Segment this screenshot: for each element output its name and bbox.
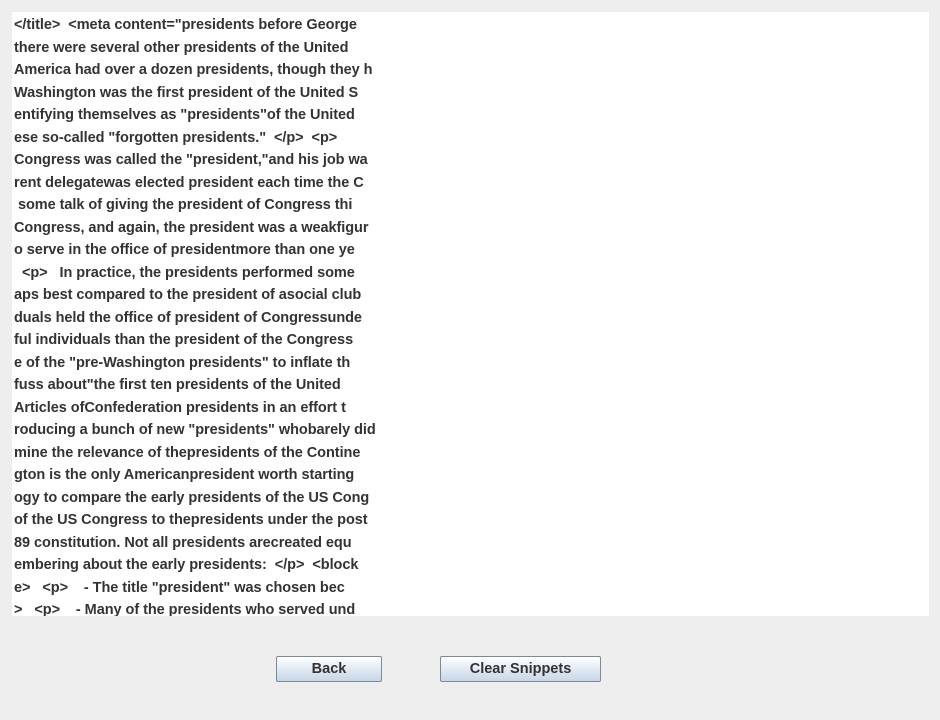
snippet-line: of the US Congress to thepresidents unde…	[14, 512, 368, 528]
snippet-line: > <p> - Many of the presidents who serve…	[14, 602, 356, 616]
snippet-line: ese so-called "forgotten presidents." </…	[14, 129, 338, 146]
snippet-line: Congress was called the "president,"and …	[14, 152, 368, 168]
snippet-line: Washington was the first president of th…	[14, 84, 359, 101]
snippet-line: </title> <meta content="presidents befor…	[14, 17, 357, 33]
snippet-lines: </title> <meta content="presidents befor…	[14, 14, 376, 616]
snippet-line: e> <p> - The title "president" was chose…	[14, 579, 345, 596]
snippets-text-area[interactable]: </title> <meta content="presidents befor…	[12, 12, 929, 616]
snippet-line: embering about the early presidents: </p…	[14, 557, 359, 573]
snippet-line: e of the "pre-Washington presidents" to …	[14, 354, 351, 371]
snippet-line: ogy to compare the early presidents of t…	[14, 489, 370, 506]
snippet-line: Articles ofConfederation presidents in a…	[14, 399, 346, 416]
snippet-line: some talk of giving the president of Con…	[14, 197, 353, 213]
snippet-line: fuss about"the first ten presidents of t…	[14, 377, 341, 393]
snippet-line: o serve in the office of presidentmore t…	[14, 242, 355, 258]
snippet-line: <p> In practice, the presidents performe…	[14, 264, 355, 281]
snippet-line: mine the relevance of thepresidents of t…	[14, 444, 361, 461]
snippet-line: entifying themselves as "presidents"of t…	[14, 107, 355, 123]
snippet-line: there were several other presidents of t…	[14, 39, 349, 56]
snippet-line: America had over a dozen presidents, tho…	[14, 62, 373, 78]
snippet-line: roducing a bunch of new "presidents" who…	[14, 422, 376, 438]
snippet-line: rent delegatewas elected president each …	[14, 174, 364, 191]
snippet-line: duals held the office of president of Co…	[14, 309, 362, 326]
snippet-line: aps best compared to the president of as…	[14, 287, 362, 303]
clear-snippets-button[interactable]: Clear Snippets	[440, 656, 601, 682]
back-button[interactable]: Back	[276, 656, 382, 682]
snippet-line: gton is the only Americanpresident worth…	[14, 467, 355, 483]
snippet-line: ful individuals than the president of th…	[14, 332, 354, 348]
snippet-line: Congress, and again, the president was a…	[14, 219, 369, 236]
snippet-line: 89 constitution. Not all presidents arec…	[14, 534, 352, 551]
